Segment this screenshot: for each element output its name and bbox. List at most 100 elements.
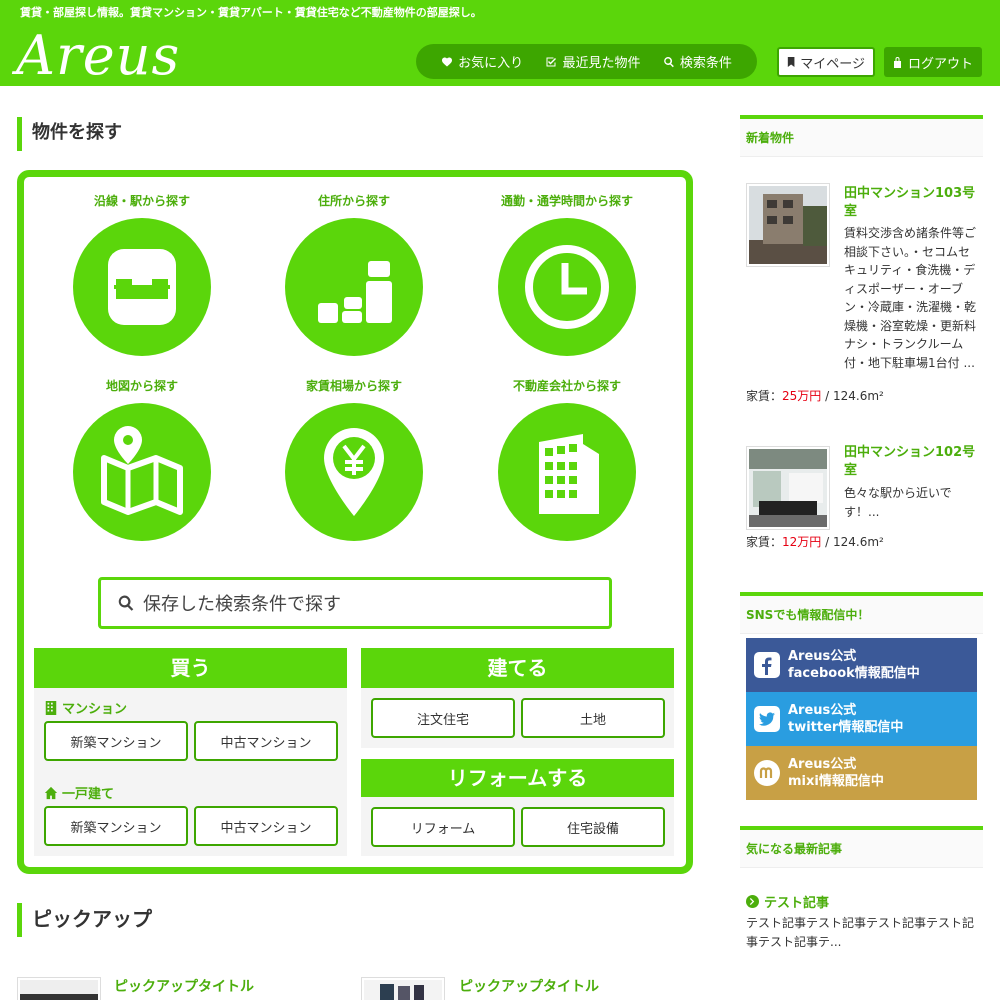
search-icon: [663, 56, 674, 67]
nav-recent[interactable]: 最近見た物件: [545, 52, 641, 71]
property-item[interactable]: 田中マンション102号室 色々な駅から近いです！... 家賃：12万円 / 12…: [740, 416, 983, 566]
twitter-banner[interactable]: Areus公式 twitter情報配信中: [746, 692, 977, 746]
clock-icon: [525, 245, 609, 329]
buy-new-mansion-button[interactable]: 新築マンション: [44, 721, 188, 761]
pickup-thumb-2[interactable]: [361, 977, 445, 1000]
logout-button[interactable]: ログアウト: [884, 47, 982, 77]
blocks-icon: [318, 261, 392, 323]
mansion-label: マンション: [44, 698, 127, 717]
custom-house-button[interactable]: 注文住宅: [371, 698, 515, 738]
pickup-photo-1: [20, 980, 98, 1000]
mixi-banner[interactable]: Areus公式 mixi情報配信中: [746, 746, 977, 800]
heart-icon: [442, 57, 453, 66]
build-panel: 建てる 注文住宅 土地: [361, 648, 674, 748]
lock-icon: [894, 57, 901, 68]
category-train[interactable]: 沿線・駅から探す: [42, 192, 242, 356]
saved-search-button[interactable]: 保存した検索条件で探す: [98, 577, 612, 629]
property-thumb-2[interactable]: [746, 446, 830, 530]
bookmark-icon: [787, 57, 795, 67]
category-rent-label: 家賃相場から探す: [305, 379, 402, 393]
nav-search-label: 検索条件: [679, 56, 732, 71]
mypage-button[interactable]: マイページ: [777, 47, 875, 77]
articles-title: 気になる最新記事: [740, 830, 983, 868]
home-icon: [44, 786, 58, 799]
pickup-title-1[interactable]: ピックアップタイトル: [114, 976, 254, 996]
yen-pin-icon: [324, 428, 384, 516]
sns-box: SNSでも情報配信中！ Areus公式 facebook情報配信中 Areus公式…: [740, 592, 983, 812]
nav-search-conditions[interactable]: 検索条件: [663, 52, 732, 71]
twitter-line1: Areus公式: [788, 703, 857, 718]
buy-used-house-button[interactable]: 中古マンション: [194, 806, 338, 846]
property-rent-2: 12万円: [782, 535, 822, 549]
pickup-title-2[interactable]: ピックアップタイトル: [459, 976, 599, 996]
buy-new-house-button[interactable]: 新築マンション: [44, 806, 188, 846]
sns-title: SNSでも情報配信中！: [740, 596, 983, 634]
property-thumb-1[interactable]: [746, 183, 830, 267]
build-panel-head: 建てる: [361, 648, 674, 688]
land-button[interactable]: 土地: [521, 698, 665, 738]
search-section-title: 物件を探す: [17, 117, 122, 151]
facebook-line1: Areus公式: [788, 649, 857, 664]
articles-box: 気になる最新記事 テスト記事 テスト記事テスト記事テスト記事テスト記事テスト記事…: [740, 826, 983, 1000]
category-address-label: 住所から探す: [317, 194, 390, 208]
facebook-line2: facebook情報配信中: [788, 666, 920, 681]
house-label: 一戸建て: [44, 783, 114, 802]
twitter-icon: [759, 712, 775, 726]
reform-panel: リフォームする リフォーム 住宅設備: [361, 759, 674, 856]
building-small-icon: [45, 700, 57, 715]
facebook-banner[interactable]: Areus公式 facebook情報配信中: [746, 638, 977, 692]
site-tagline: 賃貸・部屋探し情報。賃貸マンション・賃貸アパート・賃貸住宅など不動産物件の部屋探…: [20, 6, 482, 19]
reform-panel-head: リフォームする: [361, 759, 674, 797]
mixi-line2: mixi情報配信中: [788, 774, 884, 789]
category-agency[interactable]: 不動産会社から探す: [467, 377, 667, 541]
category-train-label: 沿線・駅から探す: [93, 194, 190, 208]
category-commute-label: 通勤・通学時間から探す: [500, 194, 633, 208]
property-price-1: 家賃：25万円 / 124.6m²: [746, 389, 884, 403]
mypage-label: マイページ: [800, 56, 865, 72]
site-header: 賃貸・部屋探し情報。賃貸マンション・賃貸アパート・賃貸住宅など不動産物件の部屋探…: [0, 0, 1000, 86]
pickup-section-title: ピックアップ: [17, 903, 152, 937]
property-photo-2: [749, 449, 827, 527]
new-properties-box: 新着物件 田中マンション103号室 賃料交渉含め諸条件等ご相談下さい。・セコムセ…: [740, 115, 983, 572]
property-price-2: 家賃：12万円 / 124.6m²: [746, 535, 884, 549]
category-map[interactable]: 地図から探す: [42, 377, 242, 541]
property-title-1[interactable]: 田中マンション103号室: [844, 185, 978, 221]
check-square-icon: [546, 57, 557, 66]
twitter-line2: twitter情報配信中: [788, 720, 904, 735]
category-commute[interactable]: 通勤・通学時間から探す: [467, 192, 667, 356]
category-address[interactable]: 住所から探す: [254, 192, 454, 356]
property-rent-1: 25万円: [782, 389, 822, 403]
train-icon: [108, 249, 176, 325]
building-icon: [539, 434, 599, 514]
property-desc-2: 色々な駅から近いです！...: [844, 486, 952, 519]
site-logo[interactable]: Areus: [16, 26, 180, 86]
category-map-label: 地図から探す: [105, 379, 178, 393]
mixi-line1: Areus公式: [788, 757, 857, 772]
buy-used-mansion-button[interactable]: 中古マンション: [194, 721, 338, 761]
saved-search-label: 保存した検索条件で探す: [143, 594, 341, 615]
property-desc-1: 賃料交渉含め諸条件等ご相談下さい。・セコムセキュリティ・食洗機・ディスポーザー・…: [844, 226, 977, 370]
pickup-photo-2: [364, 980, 442, 1000]
nav-favorites[interactable]: お気に入り: [441, 52, 523, 71]
category-agency-label: 不動産会社から探す: [512, 379, 621, 393]
article-title[interactable]: テスト記事: [746, 892, 829, 911]
reform-button[interactable]: リフォーム: [371, 807, 515, 847]
mixi-icon: [759, 767, 773, 778]
search-box: 沿線・駅から探す 住所から探す 通勤・通学時間から探す 地図から探す 家賃相場か…: [17, 170, 693, 874]
property-title-2[interactable]: 田中マンション102号室: [844, 444, 978, 480]
nav-favorites-label: お気に入り: [458, 56, 524, 71]
buy-panel: 買う マンション 新築マンション 中古マンション 一戸建て 新築マンション 中古…: [34, 648, 347, 856]
chevron-right-icon: [749, 898, 755, 905]
housing-equipment-button[interactable]: 住宅設備: [521, 807, 665, 847]
pickup-thumb-1[interactable]: [17, 977, 101, 1000]
category-rent[interactable]: 家賃相場から探す: [254, 377, 454, 541]
map-icon: [101, 426, 183, 515]
property-photo-1: [749, 186, 827, 264]
new-properties-title: 新着物件: [740, 119, 983, 157]
property-item[interactable]: 田中マンション103号室 賃料交渉含め諸条件等ご相談下さい。・セコムセキュリティ…: [740, 161, 983, 411]
logout-label: ログアウト: [908, 56, 974, 72]
top-nav: お気に入り 最近見た物件 検索条件: [416, 44, 757, 79]
nav-recent-label: 最近見た物件: [562, 56, 641, 71]
article-excerpt: テスト記事テスト記事テスト記事テスト記事テスト記事テ...: [746, 916, 975, 949]
search-icon: [118, 595, 134, 611]
